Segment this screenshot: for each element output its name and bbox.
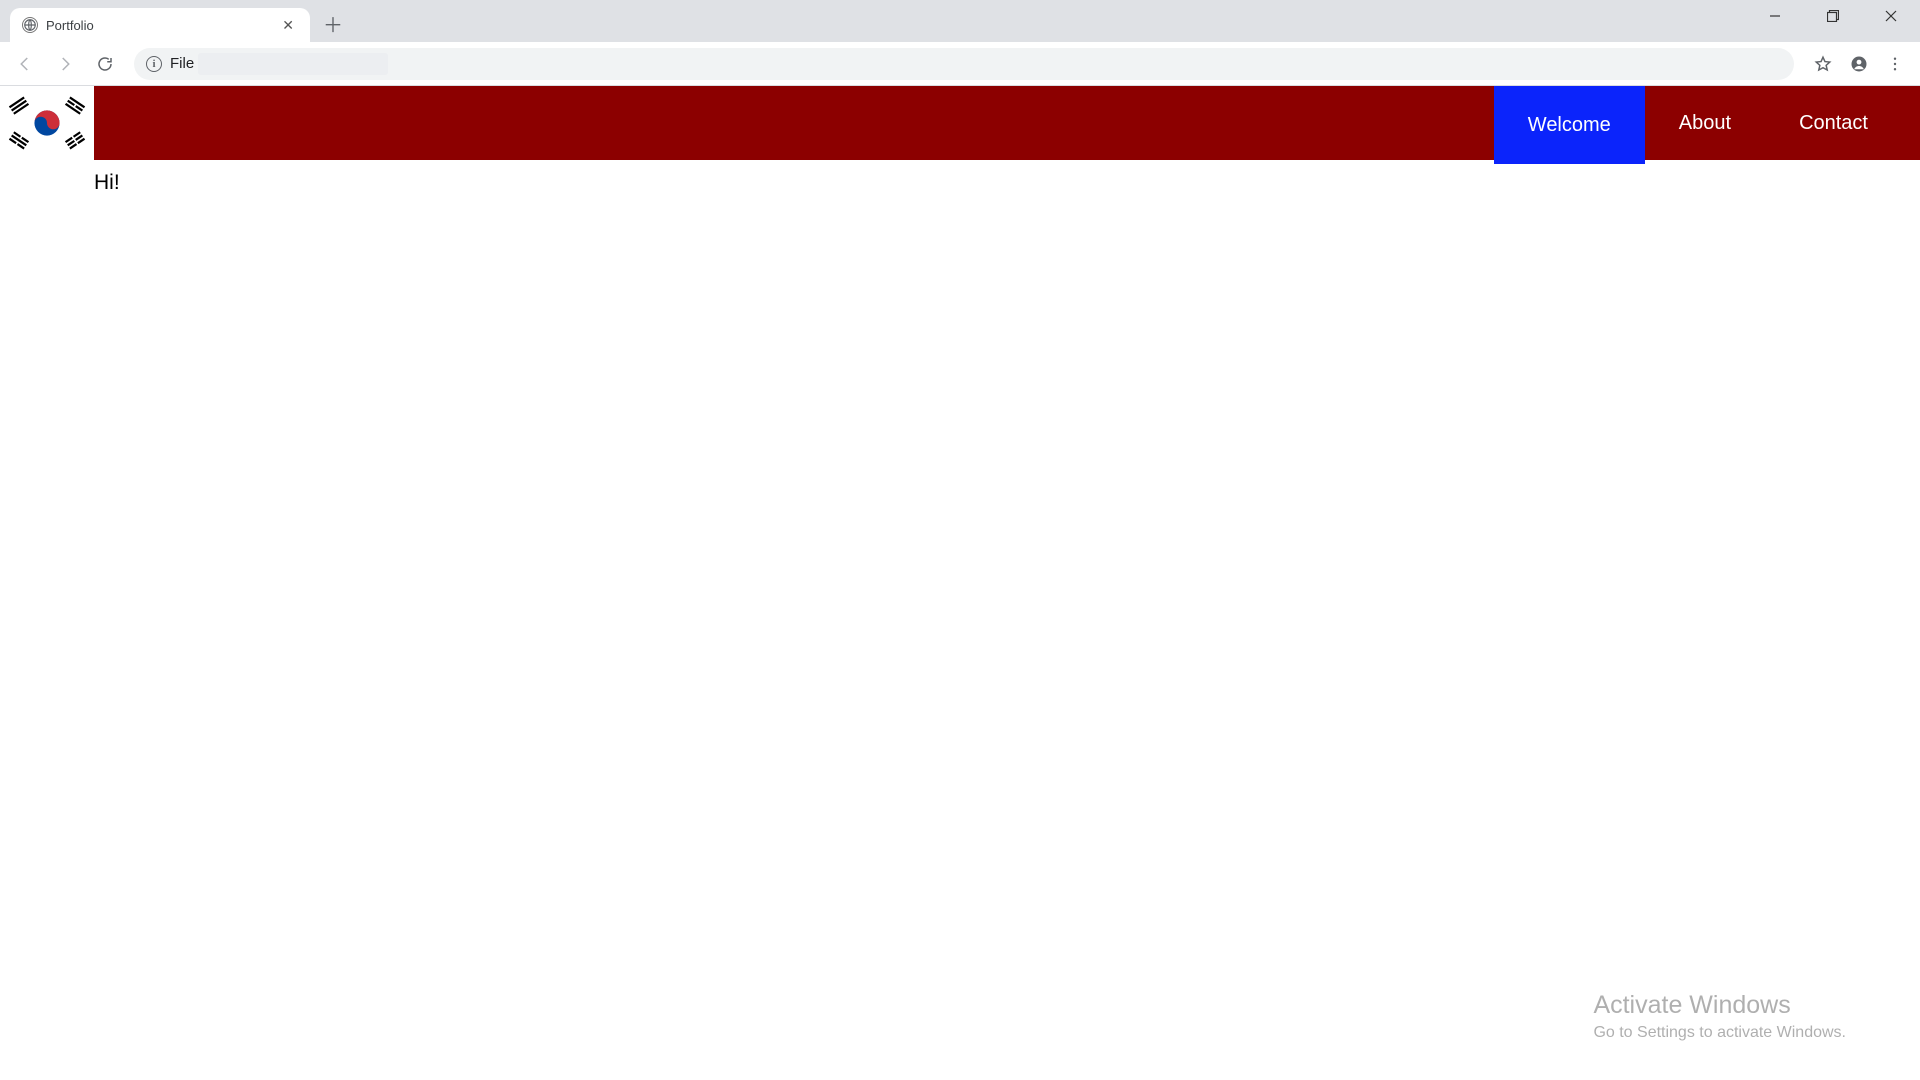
browser-toolbar: i File <box>0 42 1920 86</box>
site-logo[interactable] <box>0 86 94 160</box>
browser-titlebar: Portfolio ✕ ＋ <box>0 0 1920 42</box>
site-header: Welcome About Contact <box>0 86 1920 160</box>
maximize-button[interactable] <box>1804 0 1862 32</box>
page-viewport: Welcome About Contact Hi! Activate Windo… <box>0 86 1920 1080</box>
watermark-title: Activate Windows <box>1593 991 1846 1020</box>
address-bar[interactable]: i File <box>134 48 1794 80</box>
browser-tab[interactable]: Portfolio ✕ <box>10 8 310 42</box>
page-content: Hi! <box>0 160 1920 195</box>
address-masked <box>198 53 388 75</box>
new-tab-button[interactable]: ＋ <box>322 12 344 34</box>
nav-contact[interactable]: Contact <box>1765 86 1902 160</box>
windows-activation-watermark: Activate Windows Go to Settings to activ… <box>1593 991 1846 1042</box>
close-window-button[interactable] <box>1862 0 1920 32</box>
globe-icon <box>22 17 38 33</box>
address-text: File <box>170 55 194 72</box>
reload-button[interactable] <box>88 47 122 81</box>
nav-about[interactable]: About <box>1645 86 1765 160</box>
primary-nav: Welcome About Contact <box>1494 86 1902 160</box>
korea-flag-icon <box>3 94 91 152</box>
close-tab-icon[interactable]: ✕ <box>278 17 298 34</box>
bookmark-star-icon[interactable] <box>1806 47 1840 81</box>
forward-button[interactable] <box>48 47 82 81</box>
kebab-menu-icon[interactable] <box>1878 47 1912 81</box>
minimize-button[interactable] <box>1746 0 1804 32</box>
watermark-subtitle: Go to Settings to activate Windows. <box>1593 1024 1846 1042</box>
back-button[interactable] <box>8 47 42 81</box>
info-icon[interactable]: i <box>146 56 162 72</box>
window-controls <box>1746 0 1920 32</box>
profile-icon[interactable] <box>1842 47 1876 81</box>
tab-title: Portfolio <box>46 18 270 33</box>
nav-welcome[interactable]: Welcome <box>1494 86 1645 164</box>
greeting-text: Hi! <box>94 171 120 194</box>
